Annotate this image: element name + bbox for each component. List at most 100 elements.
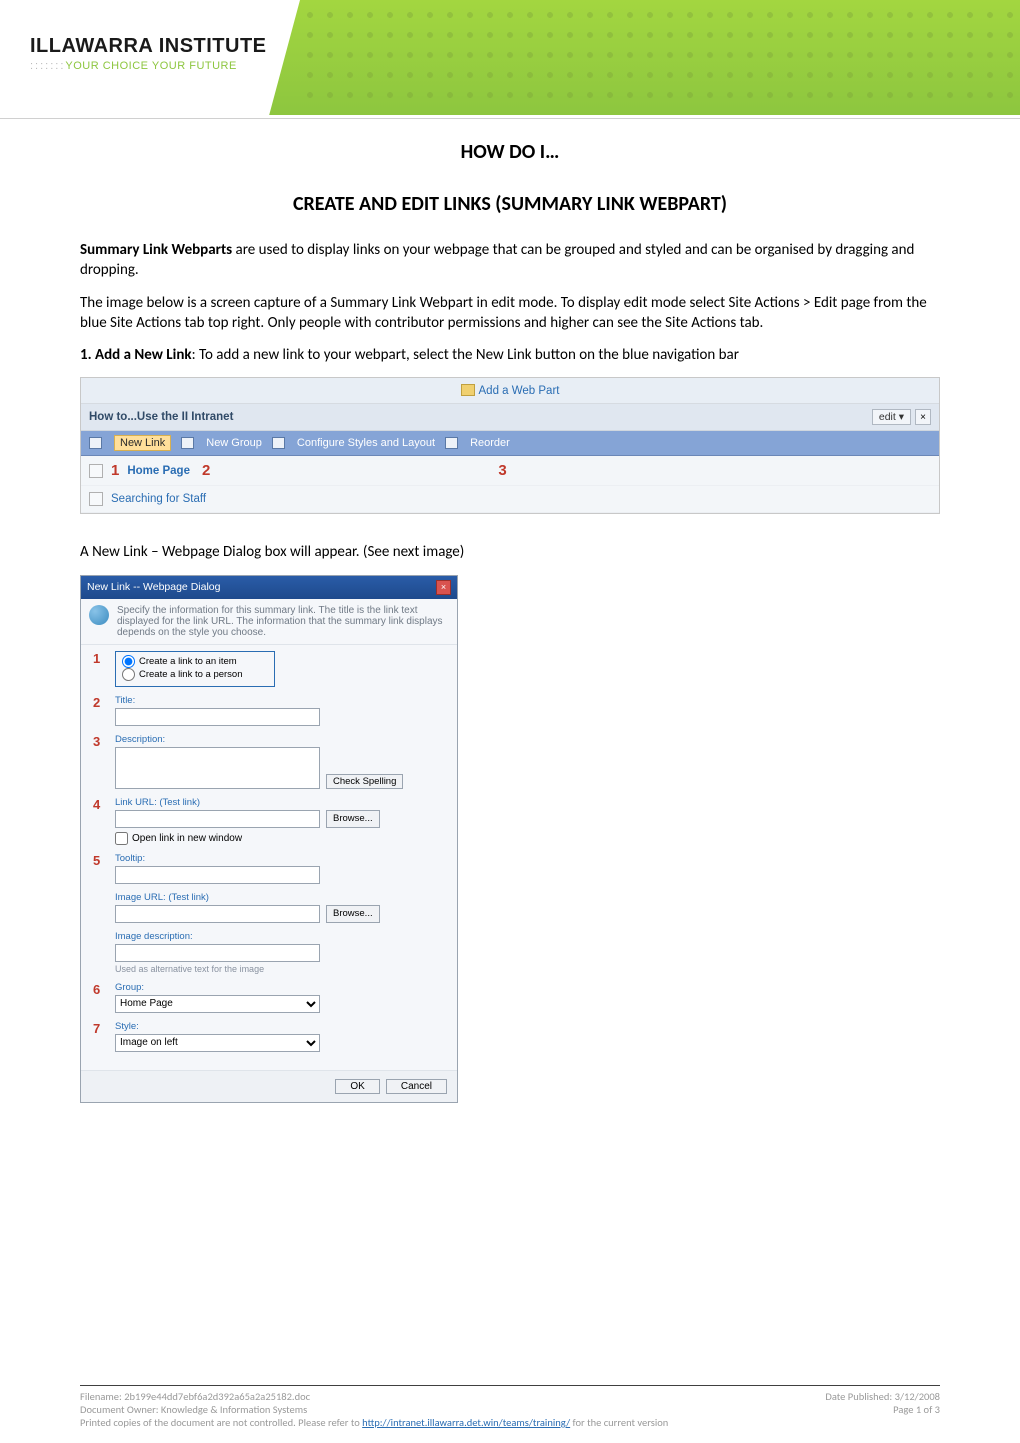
dialog-titlebar[interactable]: New Link -- Webpage Dialog × [81,576,457,599]
dialog-button-row: OK Cancel [81,1070,457,1102]
field-tooltip: 5 Tooltip: [115,853,447,884]
marker-2: 2 [202,462,210,479]
screenshot-webpart-edit: Add a Web Part How to...Use the II Intra… [80,377,940,514]
link-row-searching[interactable]: Searching for Staff [81,486,939,513]
heading-1: HOW DO I… [80,140,940,164]
check-spelling-button[interactable]: Check Spelling [326,774,403,789]
new-group-icon [181,437,194,449]
input-image-description[interactable] [115,944,320,962]
link-row-home[interactable]: 1 Home Page 2 3 [81,456,939,486]
radio-link-to-person[interactable] [122,668,135,681]
footer-link[interactable]: http://intranet.illawarra.det.win/teams/… [362,1416,570,1429]
label-description: Description: [115,734,447,745]
paragraph-3: 1. Add a New Link: To add a new link to … [80,345,940,365]
label-image-url: Image URL: (Test link) [115,892,447,903]
drag-handle-icon[interactable] [89,464,103,478]
webpart-toolbar: New Link New Group Configure Styles and … [81,431,939,456]
footer-row-2: Document Owner: Knowledge & Information … [80,1403,940,1416]
footer-printed-pre: Printed copies of the document are not c… [80,1416,362,1429]
cancel-button[interactable]: Cancel [386,1079,447,1094]
heading-2: CREATE AND EDIT LINKS (SUMMARY LINK WEBP… [80,192,940,216]
input-image-url[interactable] [115,905,320,923]
p3-bold: 1. Add a New Link [80,346,192,364]
reorder-icon [445,437,458,449]
textarea-description[interactable] [115,747,320,789]
input-tooltip[interactable] [115,866,320,884]
logo-sub-text: ::::::: YOUR CHOICE YOUR FUTURE [30,60,267,72]
browse-image-button[interactable]: Browse... [326,905,380,923]
new-group-button[interactable]: New Group [206,437,262,449]
document-content: HOW DO I… CREATE AND EDIT LINKS (SUMMARY… [80,140,940,1103]
paragraph-1: Summary Link Webparts are used to displa… [80,240,940,281]
radio-link-to-item[interactable] [122,655,135,668]
open-new-window-row[interactable]: Open link in new window [115,832,447,845]
field-image-url: Image URL: (Test link) Browse... [115,892,447,923]
dialog-description-text: Specify the information for this summary… [117,605,449,638]
header-divider [0,118,1020,119]
label-title: Title: [115,695,447,706]
radio-person-row[interactable]: Create a link to a person [122,668,268,681]
configure-button[interactable]: Configure Styles and Layout [297,437,435,449]
page-footer: Filename: 2b199e44dd7ebf6a2d392a65a2a251… [80,1385,940,1429]
radio-item-row[interactable]: Create a link to an item [122,655,268,668]
footer-page: Page 1 of 3 [893,1403,940,1416]
checkbox-open-new-window[interactable] [115,832,128,845]
field-image-description: Image description: Used as alternative t… [115,931,447,974]
marker-2: 2 [93,695,100,710]
label-group: Group: [115,982,447,993]
screenshot-new-link-dialog: New Link -- Webpage Dialog × Specify the… [80,575,458,1103]
marker-6: 6 [93,982,100,997]
label-link-url: Link URL: (Test link) [115,797,447,808]
edit-dropdown[interactable]: edit ▾ [872,409,911,425]
footer-date-label: Date Published: [825,1390,894,1403]
dialog-description-row: Specify the information for this summary… [81,599,457,645]
input-title[interactable] [115,708,320,726]
field-description: 3 Description: Check Spelling [115,734,447,789]
open-new-window-label: Open link in new window [132,833,242,844]
footer-owner: Document Owner: Knowledge & Information … [80,1403,307,1416]
field-link-type: 1 Create a link to an item Create a link… [115,651,447,687]
header-dots-pattern [300,5,1020,100]
footer-row-1: Filename: 2b199e44dd7ebf6a2d392a65a2a251… [80,1390,940,1403]
drag-handle-icon[interactable] [89,492,103,506]
select-style[interactable]: Image on left [115,1034,320,1052]
logo-main-text: ILLAWARRA INSTITUTE [30,35,267,58]
link-home-label: Home Page [127,465,190,477]
logo-dot-prefix: ::::::: [30,60,65,72]
marker-1: 1 [93,651,100,666]
input-link-url[interactable] [115,810,320,828]
dialog-close-button[interactable]: × [436,580,451,595]
footer-date-value: 3/12/2008 [895,1390,940,1403]
marker-3: 3 [498,462,506,479]
paragraph-2: The image below is a screen capture of a… [80,293,940,334]
footer-filename: Filename: 2b199e44dd7ebf6a2d392a65a2a251… [80,1390,310,1403]
label-style: Style: [115,1021,447,1032]
globe-icon [89,605,109,625]
webpart-title: How to...Use the II Intranet [89,411,872,423]
ok-button[interactable]: OK [335,1079,379,1094]
paragraph-4: A New Link – Webpage Dialog box will app… [80,542,940,562]
radio-item-label: Create a link to an item [139,656,237,667]
browse-link-button[interactable]: Browse... [326,810,380,828]
reorder-button[interactable]: Reorder [470,437,510,449]
select-group[interactable]: Home Page [115,995,320,1013]
footer-printed-post: for the current version [570,1416,668,1429]
field-style: 7 Style: Image on left [115,1021,447,1052]
footer-filename-label: Filename: [80,1390,124,1403]
label-image-description: Image description: [115,931,447,942]
link-searching-label: Searching for Staff [111,493,206,505]
new-link-button[interactable]: New Link [114,435,171,451]
field-title: 2 Title: [115,695,447,726]
footer-row-3: Printed copies of the document are not c… [80,1416,940,1429]
close-webpart-button[interactable]: × [915,409,931,425]
footer-date: Date Published: 3/12/2008 [825,1390,940,1403]
footer-owner-label: Document Owner: [80,1403,161,1416]
footer-owner-value: Knowledge & Information Systems [161,1403,307,1416]
add-web-part-bar[interactable]: Add a Web Part [81,378,939,404]
label-tooltip: Tooltip: [115,853,447,864]
marker-3: 3 [93,734,100,749]
new-link-icon [89,437,102,449]
add-web-part-label: Add a Web Part [479,385,560,397]
webpart-titlebar: How to...Use the II Intranet edit ▾ × [81,404,939,431]
field-group: 6 Group: Home Page [115,982,447,1013]
